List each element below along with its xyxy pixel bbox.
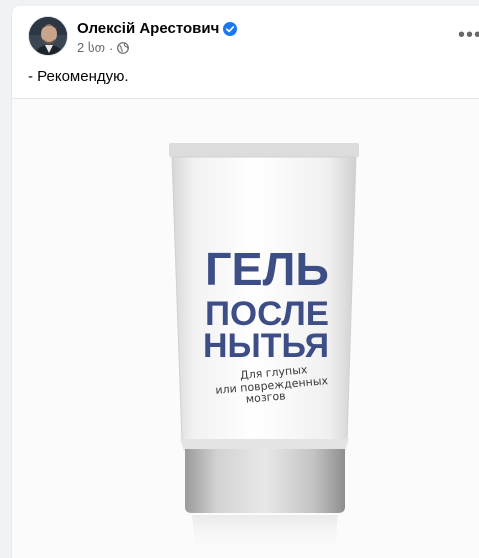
globe-icon[interactable] bbox=[117, 42, 130, 54]
gel-tube-illustration: ГЕЛЬ ПОСЛЕ НЫТЬЯ Для глупых или поврежде… bbox=[169, 143, 359, 557]
cap-reflection bbox=[192, 515, 338, 557]
tube-title-line3: НЫТЬЯ bbox=[203, 327, 329, 365]
tube-title-line1: ГЕЛЬ bbox=[205, 243, 329, 295]
post-image[interactable]: ГЕЛЬ ПОСЛЕ НЫТЬЯ Для глупых или поврежде… bbox=[12, 98, 479, 558]
post-card: Олексій Арестович 2 სთ · ••• - Рекоменду… bbox=[12, 6, 479, 558]
post-text: - Рекомендую. bbox=[28, 68, 129, 85]
author-name[interactable]: Олексій Арестович bbox=[77, 20, 219, 37]
more-dots-icon: ••• bbox=[457, 23, 479, 46]
more-options-button[interactable]: ••• bbox=[455, 20, 479, 50]
verified-badge-icon bbox=[223, 21, 238, 36]
tube-cap bbox=[185, 449, 345, 513]
post-meta: 2 სთ · bbox=[77, 40, 130, 56]
tube-crimp bbox=[169, 143, 359, 157]
post-timestamp[interactable]: 2 სთ bbox=[77, 40, 105, 56]
avatar-image bbox=[29, 17, 67, 55]
author-row: Олексій Арестович bbox=[77, 20, 238, 37]
author-avatar[interactable] bbox=[28, 16, 68, 56]
meta-separator: · bbox=[109, 40, 114, 56]
post-header: Олексій Арестович 2 სთ · ••• bbox=[12, 6, 479, 62]
